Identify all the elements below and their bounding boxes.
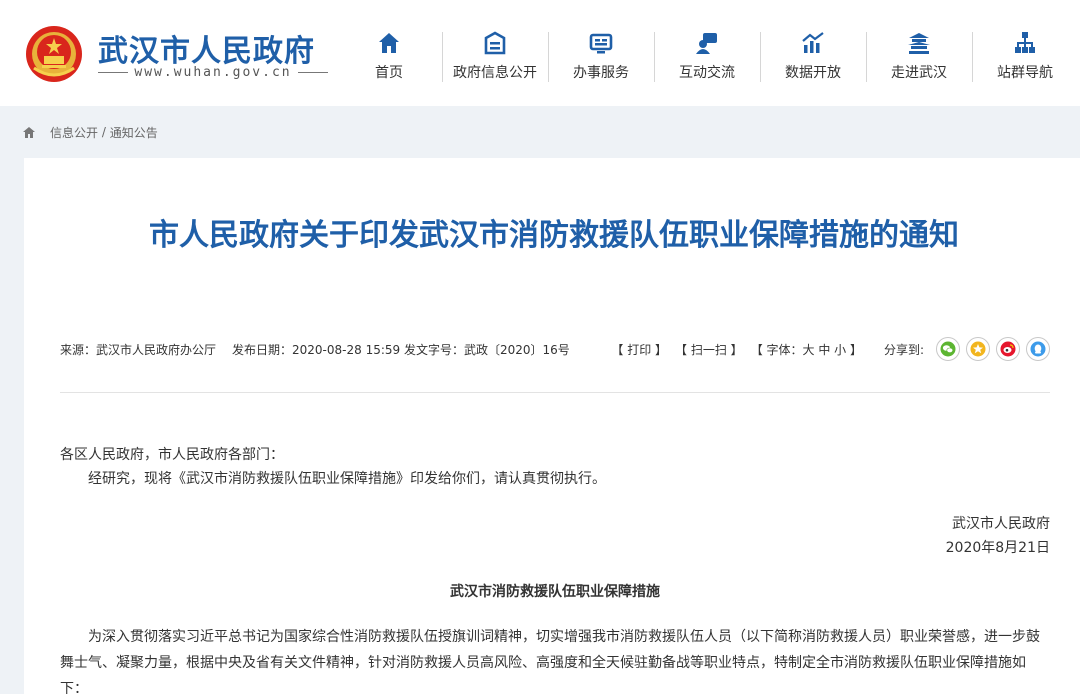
article-tools: 【 打印 】 【 扫一扫 】 【 字体：大 中 小 】 分享到:: [611, 337, 1050, 361]
share-favorite-button[interactable]: [966, 337, 990, 361]
weibo-icon: [1000, 341, 1016, 357]
nav-item-explore-wuhan[interactable]: 走进武汉: [866, 28, 972, 86]
nav-label: 互动交流: [679, 65, 735, 81]
nav-label: 首页: [375, 65, 403, 81]
nav-item-sitemap[interactable]: 站群导航: [972, 28, 1078, 86]
nav-item-home[interactable]: 首页: [336, 28, 442, 86]
nav-item-info-disclosure[interactable]: 政府信息公开: [442, 28, 548, 86]
share-weibo-button[interactable]: [996, 337, 1020, 361]
service-icon: [589, 33, 613, 54]
nav-label: 政府信息公开: [453, 65, 537, 81]
salutation: 各区人民政府，市人民政府各部门：: [60, 447, 284, 463]
interaction-icon: [696, 33, 717, 54]
body-paragraph: 为深入贯彻落实习近平总书记为国家综合性消防救援队伍授旗训词精神，切实增强我市消防…: [60, 629, 1040, 694]
breadcrumb-item-info[interactable]: 信息公开: [50, 124, 98, 141]
sitemap-icon: [1015, 32, 1035, 53]
nav-label: 站群导航: [997, 65, 1053, 81]
breadcrumb: 信息公开 / 通知公告: [0, 106, 1080, 158]
home-icon: [379, 33, 399, 53]
print-button[interactable]: 【 打印 】: [611, 341, 667, 358]
site-url-text: www.wuhan.gov.cn: [134, 65, 292, 80]
article-meta: 来源：武汉市人民政府办公厅 发布日期：2020-08-28 15:59 发文字号…: [60, 336, 1050, 362]
share-label: 分享到:: [883, 342, 924, 357]
scan-button[interactable]: 【 扫一扫 】: [675, 341, 743, 358]
breadcrumb-item-notice[interactable]: 通知公告: [110, 124, 158, 141]
national-emblem-icon[interactable]: [24, 24, 84, 84]
nav-label: 走进武汉: [891, 65, 947, 81]
main-nav: 首页 政府信息公开 办事服务 互动交流 数据开放 走进武汉 站群导航: [336, 28, 1078, 86]
sign-date: 2020年8月21日: [945, 540, 1050, 556]
site-url: www.wuhan.gov.cn: [98, 65, 329, 80]
nav-label: 数据开放: [785, 65, 841, 81]
meta-divider: [60, 392, 1050, 393]
breadcrumb-home-icon[interactable]: [22, 126, 36, 139]
article-publish-info: 发布日期：2020-08-28 15:59 发文字号：武政〔2020〕16号: [232, 342, 570, 357]
landmark-icon: [908, 33, 930, 54]
attachment-title: 武汉市消防救援队伍职业保障措施: [450, 584, 660, 600]
qq-icon: [1030, 341, 1046, 357]
article-title: 市人民政府关于印发武汉市消防救援队伍职业保障措施的通知: [149, 218, 959, 253]
article-card: 市人民政府关于印发武汉市消防救援队伍职业保障措施的通知 来源：武汉市人民政府办公…: [24, 158, 1080, 694]
info-disclosure-icon: [484, 31, 506, 55]
nav-label: 办事服务: [573, 65, 629, 81]
nav-item-interaction[interactable]: 互动交流: [654, 28, 760, 86]
share-qq-button[interactable]: [1026, 337, 1050, 361]
star-icon: [970, 341, 986, 357]
url-line-right: [297, 72, 329, 73]
signer: 武汉市人民政府: [952, 516, 1050, 532]
site-name[interactable]: 武汉市人民政府: [98, 26, 315, 70]
font-size-control[interactable]: 【 字体：大 中 小 】: [751, 341, 862, 358]
url-line-left: [98, 72, 129, 73]
nav-item-service[interactable]: 办事服务: [548, 28, 654, 86]
site-header: 武汉市人民政府 www.wuhan.gov.cn 首页 政府信息公开 办事服务 …: [0, 0, 1080, 106]
nav-item-data-open[interactable]: 数据开放: [760, 28, 866, 86]
share-wechat-button[interactable]: [936, 337, 960, 361]
body-paragraph: 经研究，现将《武汉市消防救援队伍职业保障措施》印发给你们，请认真贯彻执行。: [88, 471, 606, 487]
article-source: 来源：武汉市人民政府办公厅: [60, 342, 217, 357]
wechat-icon: [940, 341, 956, 357]
data-chart-icon: [802, 32, 824, 53]
